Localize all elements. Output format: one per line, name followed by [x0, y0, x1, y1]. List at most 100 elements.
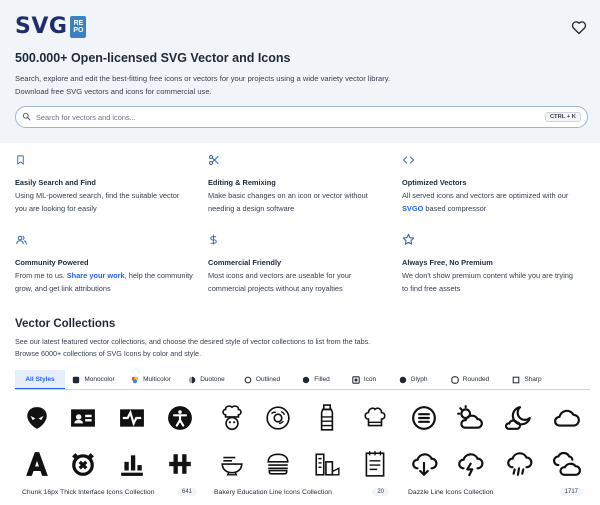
- collections-title: Vector Collections: [15, 318, 116, 330]
- feature-desc-text: based compressor: [423, 203, 487, 213]
- collections-desc-line: See our latest featured vector collectio…: [15, 337, 371, 346]
- hero-description-line2: Download free SVG vectors and icons for …: [15, 87, 212, 96]
- feature-title: Commercial Friendly: [208, 258, 282, 267]
- monocolor-icon: [72, 376, 80, 384]
- letter-a-icon: [22, 449, 52, 479]
- glyph-icon: [399, 376, 407, 384]
- alarm-icon: [68, 449, 98, 479]
- cloud-icon: [552, 403, 582, 433]
- tab-label: Sharp: [524, 376, 542, 383]
- feature-desc-line: you are looking for easily: [15, 203, 97, 213]
- style-tabs: All Styles Monocolor Multicolor Duotone …: [15, 370, 590, 390]
- feature-desc-line: commercial projects without any royaltie…: [208, 283, 343, 293]
- icon-style-icon: [352, 375, 360, 384]
- logo-badge-bottom: PO: [73, 27, 84, 34]
- clouds-icon: [552, 449, 582, 479]
- donut-icon: [263, 403, 293, 433]
- menu-circle-icon: [409, 403, 439, 433]
- collection-card-bakery[interactable]: [217, 403, 387, 477]
- feature-desc-text: , help the community: [124, 271, 193, 280]
- collection-card-dazzle[interactable]: [409, 403, 582, 477]
- feature-title: Always Free, No Premium: [402, 258, 493, 267]
- share-your-work-link[interactable]: Share your work: [67, 271, 125, 280]
- svgrepo-logo[interactable]: SVG RE PO: [15, 14, 87, 40]
- collection-count-badge: 1717: [559, 488, 583, 496]
- feature-search: Easily Search and Find Using ML-powered …: [15, 153, 200, 215]
- feature-optimized: Optimized Vectors All served icons and v…: [402, 153, 587, 215]
- feature-desc-line: All served icons and vectors are optimiz…: [402, 191, 569, 200]
- feature-desc-line: grow, and get link attributions: [15, 283, 111, 293]
- id-card-icon: [68, 403, 98, 433]
- bottle-icon: [312, 403, 342, 433]
- feature-desc-line: SVGO based compressor: [402, 203, 587, 216]
- collection-name: Bakery Education Line Icons Collection: [214, 488, 332, 496]
- cloud-download-icon: [409, 449, 439, 479]
- cloud-sun-icon: [455, 403, 485, 433]
- tab-label: Duotone: [200, 376, 225, 383]
- tab-label: Multicolor: [143, 376, 171, 383]
- feature-desc-line: to find free assets: [402, 283, 461, 293]
- scissors-icon: [208, 153, 393, 166]
- tab-label: Monocolor: [84, 376, 115, 383]
- logo-badge: RE PO: [70, 16, 87, 38]
- tab-rounded[interactable]: Rounded: [439, 370, 501, 389]
- tab-icon[interactable]: Icon: [341, 370, 387, 389]
- users-icon: [15, 233, 200, 246]
- tab-label: Filled: [314, 376, 330, 383]
- collection-caption-chunk[interactable]: Chunk 16px Thick Interface Icons Collect…: [22, 488, 197, 496]
- accessibility-icon: [165, 403, 195, 433]
- hero-description-line1: Search, explore and edit the best-fittin…: [15, 74, 391, 83]
- star-icon: [402, 233, 587, 246]
- svgo-link[interactable]: SVGO: [402, 204, 423, 213]
- feature-desc-line: Make basic changes on an icon or vector …: [208, 191, 368, 200]
- search-icon: [22, 108, 31, 126]
- collections-desc-line: Browse 6000+ collections of SVG Icons by…: [15, 349, 201, 358]
- pause-bars-icon: [165, 449, 195, 479]
- tab-label: Outlined: [255, 376, 281, 383]
- collections-section: Vector Collections See our latest featur…: [15, 318, 590, 360]
- feature-title: Optimized Vectors: [402, 178, 467, 187]
- logo-badge-top: RE: [73, 20, 84, 27]
- tab-filled[interactable]: Filled: [291, 370, 341, 389]
- outlined-icon: [244, 376, 252, 384]
- tab-multicolor[interactable]: Multicolor: [122, 370, 180, 389]
- bowl-spoon-icon: [217, 449, 247, 479]
- burger-icon: [263, 449, 293, 479]
- tab-label: Glyph: [410, 376, 428, 383]
- feature-free: Always Free, No Premium We don't show pr…: [402, 233, 587, 295]
- collection-caption-bakery[interactable]: Bakery Education Line Icons Collection 2…: [214, 488, 389, 496]
- bakery-shop-icon: [312, 449, 342, 479]
- notepad-icon: [360, 449, 390, 479]
- tab-glyph[interactable]: Glyph: [387, 370, 439, 389]
- feature-description: Using ML-powered search, find the suitab…: [15, 190, 200, 215]
- feature-editing: Editing & Remixing Make basic changes on…: [208, 153, 393, 215]
- feature-desc-text: From me to us.: [15, 271, 67, 280]
- feature-description: We don't show premium content while you …: [402, 270, 587, 295]
- collection-caption-dazzle[interactable]: Dazzle Line Icons Collection 1717: [408, 488, 583, 496]
- tab-label: All Styles: [25, 375, 55, 383]
- collection-name: Chunk 16px Thick Interface Icons Collect…: [22, 488, 155, 496]
- feature-title: Easily Search and Find: [15, 178, 96, 187]
- heart-icon[interactable]: [570, 18, 588, 36]
- bar-chart-icon: [117, 449, 147, 479]
- bookmark-icon: [15, 153, 200, 166]
- tab-monocolor[interactable]: Monocolor: [65, 370, 122, 389]
- search-bar[interactable]: CTRL + K: [15, 106, 588, 128]
- search-input[interactable]: [36, 112, 545, 122]
- feature-commercial: Commercial Friendly Most icons and vecto…: [208, 233, 393, 295]
- collection-card-chunk[interactable]: [22, 403, 195, 476]
- feature-desc-line: needing a design software: [208, 203, 295, 213]
- chef-icon: [217, 403, 247, 433]
- tab-label: Icon: [363, 376, 377, 383]
- tab-duotone[interactable]: Duotone: [180, 370, 233, 389]
- collection-name: Dazzle Line Icons Collection: [408, 488, 494, 496]
- feature-title: Community Powered: [15, 258, 89, 267]
- feature-description: From me to us. Share your work, help the…: [15, 270, 200, 295]
- feature-desc-line: We don't show premium content while you …: [402, 271, 573, 280]
- tab-sharp[interactable]: Sharp: [501, 370, 553, 389]
- tab-label: Rounded: [462, 376, 490, 383]
- collection-count-badge: 641: [176, 488, 197, 496]
- tab-all-styles[interactable]: All Styles: [15, 370, 65, 389]
- tab-outlined[interactable]: Outlined: [233, 370, 291, 389]
- filled-icon: [302, 376, 310, 384]
